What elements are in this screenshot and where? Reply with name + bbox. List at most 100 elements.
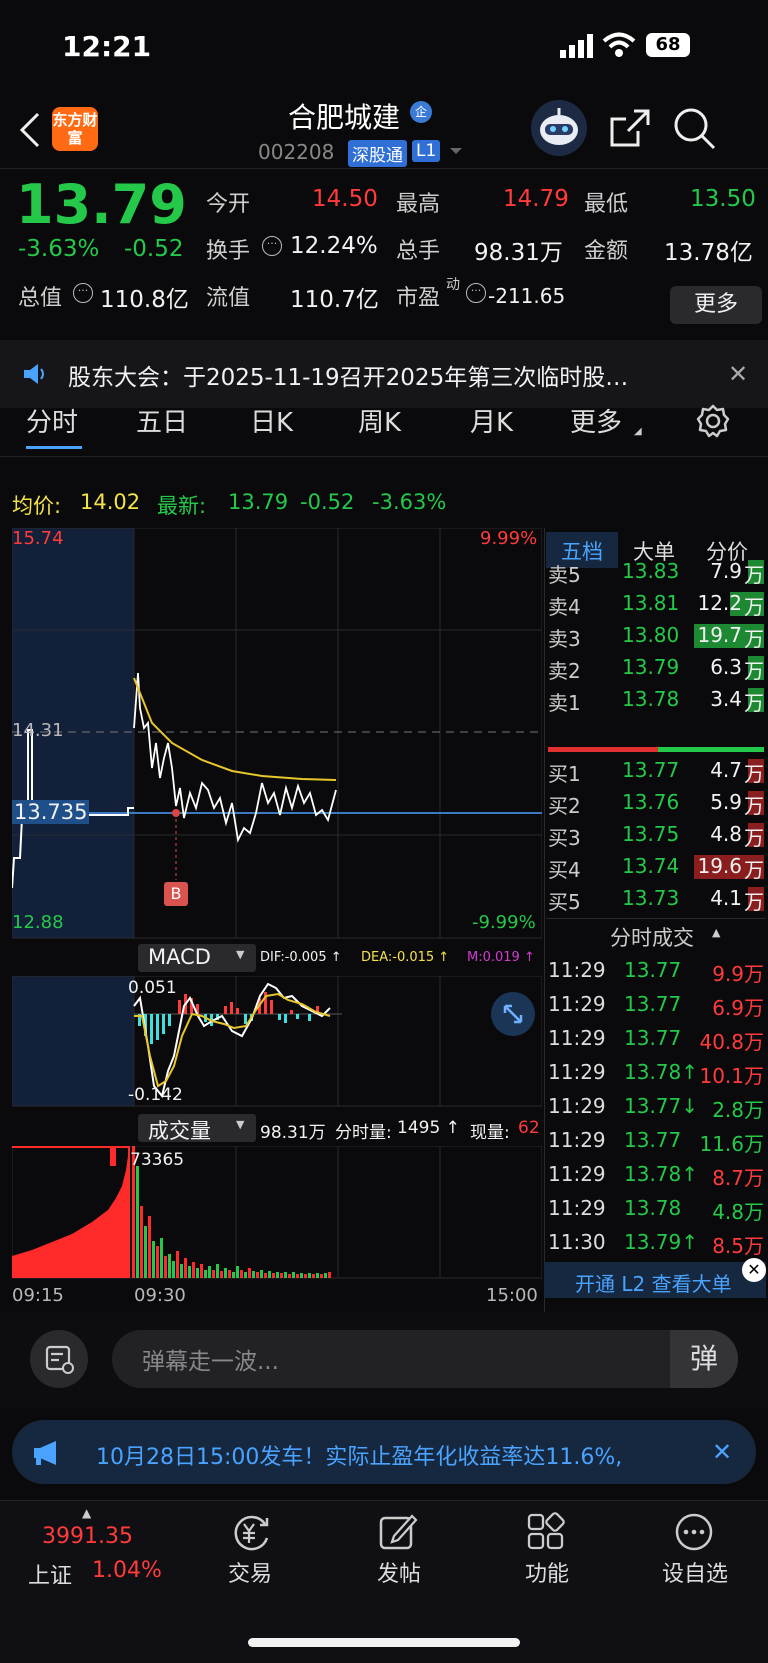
index-change[interactable]: 1.04% (92, 1558, 162, 1583)
speaker-icon (22, 362, 48, 390)
latest-label: 最新: (157, 494, 207, 518)
nav-watchlist[interactable]: 设自选 (640, 1556, 750, 1588)
battery-indicator: 68 (646, 33, 690, 57)
trade-volume: 11.6万 (699, 1132, 764, 1156)
amount-value: 13.78亿 (664, 240, 753, 266)
volume-chart[interactable] (12, 1146, 542, 1280)
bid-level-4[interactable]: 买4 13.74 19.6 万 (548, 852, 764, 882)
level-unit: 万 (744, 627, 764, 651)
tab-more[interactable]: 更多 (570, 402, 622, 439)
info-icon[interactable]: ··· (73, 283, 93, 303)
prev-close-label: 14.31 (12, 720, 64, 741)
status-time: 12:21 (62, 30, 152, 63)
ask-level-2[interactable]: 卖4 13.81 12.2 万 (548, 589, 764, 619)
trade-price: 13.79↑ (624, 1230, 699, 1254)
bid-level-1[interactable]: 买1 13.77 4.7 万 (548, 756, 764, 786)
level-price: 13.77 (622, 758, 680, 782)
trade-price: 13.78↑ (624, 1162, 699, 1186)
macd-min: -0.142 (128, 1085, 183, 1105)
level-price: 13.83 (622, 559, 680, 583)
level-price: 13.74 (622, 854, 680, 878)
macd-max: 0.051 (128, 978, 177, 998)
tab-daily[interactable]: 日K (250, 402, 293, 439)
trade-price: 13.78↑ (624, 1060, 699, 1084)
close-icon[interactable]: ✕ (712, 1438, 732, 1466)
ask-level-5[interactable]: 卖1 13.78 3.4 万 (548, 685, 764, 715)
amount-label: 金额 (584, 239, 629, 264)
level-unit: 万 (744, 858, 764, 882)
buy-marker[interactable]: B (164, 882, 188, 906)
chevron-down-icon: ▼ (236, 1118, 245, 1131)
divider (0, 456, 768, 457)
caret-icon: ◢ (634, 426, 642, 437)
now-volume-value: 62 (518, 1118, 540, 1138)
change-percent: -3.63% (18, 236, 100, 262)
close-icon[interactable]: ✕ (728, 360, 748, 388)
bid-level-2[interactable]: 买2 13.76 5.9 万 (548, 788, 764, 818)
trade-row: 11:29 13.78 4.8万 (548, 1194, 764, 1224)
megaphone-icon (32, 1440, 64, 1470)
tab-monthly[interactable]: 月K (470, 402, 513, 439)
level-volume: 3.4 (710, 687, 742, 711)
y-max-label: 15.74 (12, 528, 64, 549)
assistant-avatar[interactable] (531, 100, 587, 156)
watchlist-icon[interactable] (674, 1512, 714, 1556)
open-label: 今开 (206, 192, 251, 217)
trade-price: 13.77 (624, 958, 682, 982)
trade-volume: 4.8万 (712, 1200, 764, 1224)
trade-row: 11:29 13.77 9.9万 (548, 956, 764, 986)
ask-level-3[interactable]: 卖3 13.80 19.7 万 (548, 621, 764, 651)
price-chart[interactable] (12, 528, 542, 940)
trade-time: 11:29 (548, 992, 606, 1016)
high-value: 14.79 (503, 186, 569, 212)
tab-intraday[interactable]: 分时 (26, 402, 78, 439)
more-button[interactable]: 更多 (670, 286, 762, 324)
avg-label: 均价: (12, 494, 62, 518)
share-icon[interactable] (608, 107, 652, 153)
close-icon[interactable]: ✕ (742, 1258, 766, 1282)
nav-functions[interactable]: 功能 (492, 1556, 602, 1588)
chevron-down-icon: ▼ (236, 948, 245, 961)
trade-price: 13.77↓ (624, 1094, 699, 1118)
info-icon[interactable]: ··· (466, 283, 486, 303)
pe-superscript: 动 (446, 277, 460, 293)
trade-icon[interactable] (229, 1512, 273, 1556)
bid-level-5[interactable]: 买5 13.73 4.1 万 (548, 884, 764, 914)
ask-level-1[interactable]: 卖5 13.83 7.9 万 (548, 557, 764, 587)
danmu-settings-icon[interactable] (30, 1330, 88, 1388)
danmu-toggle-button[interactable]: 弹 (670, 1330, 738, 1388)
y-min-label: 12.88 (12, 912, 64, 933)
tab-underline (26, 446, 82, 449)
index-name[interactable]: 上证 (28, 1558, 72, 1590)
settings-icon[interactable] (696, 404, 730, 442)
dif-line (133, 982, 331, 1099)
caret-up-icon: ▲ (82, 1506, 92, 1520)
ask-level-4[interactable]: 卖2 13.79 6.3 万 (548, 653, 764, 683)
dropdown-icon[interactable] (448, 140, 464, 164)
nav-post[interactable]: 发帖 (344, 1556, 454, 1588)
macd-chart[interactable] (12, 976, 542, 1108)
back-icon[interactable] (18, 110, 42, 154)
expand-icon[interactable] (491, 992, 535, 1036)
level-label: 买1 (548, 762, 581, 786)
level-label: 卖1 (548, 691, 581, 715)
signal-icon (560, 34, 594, 62)
level-unit: 万 (744, 595, 764, 619)
index-value[interactable]: 3991.35 (42, 1524, 133, 1549)
trade-price: 13.78 (624, 1196, 682, 1220)
fs-volume-value: 1495 ↑ (397, 1118, 460, 1138)
level-unit: 万 (744, 826, 764, 850)
bid-level-3[interactable]: 买3 13.75 4.8 万 (548, 820, 764, 850)
tab-5day[interactable]: 五日 (136, 402, 188, 439)
divider (0, 168, 768, 169)
search-icon[interactable] (672, 106, 716, 154)
promo-text: 10月28日15:00发车！实际止盈年化收益率达11.6%, (96, 1445, 623, 1470)
post-icon[interactable] (378, 1512, 418, 1556)
buy-strength-bar (658, 747, 764, 752)
level-volume: 4.1 (710, 886, 742, 910)
caret-up-icon: ▲ (712, 926, 721, 939)
tab-weekly[interactable]: 周K (358, 402, 401, 439)
info-icon[interactable]: ··· (262, 236, 282, 256)
functions-icon[interactable] (526, 1512, 566, 1556)
nav-trade[interactable]: 交易 (195, 1556, 305, 1588)
